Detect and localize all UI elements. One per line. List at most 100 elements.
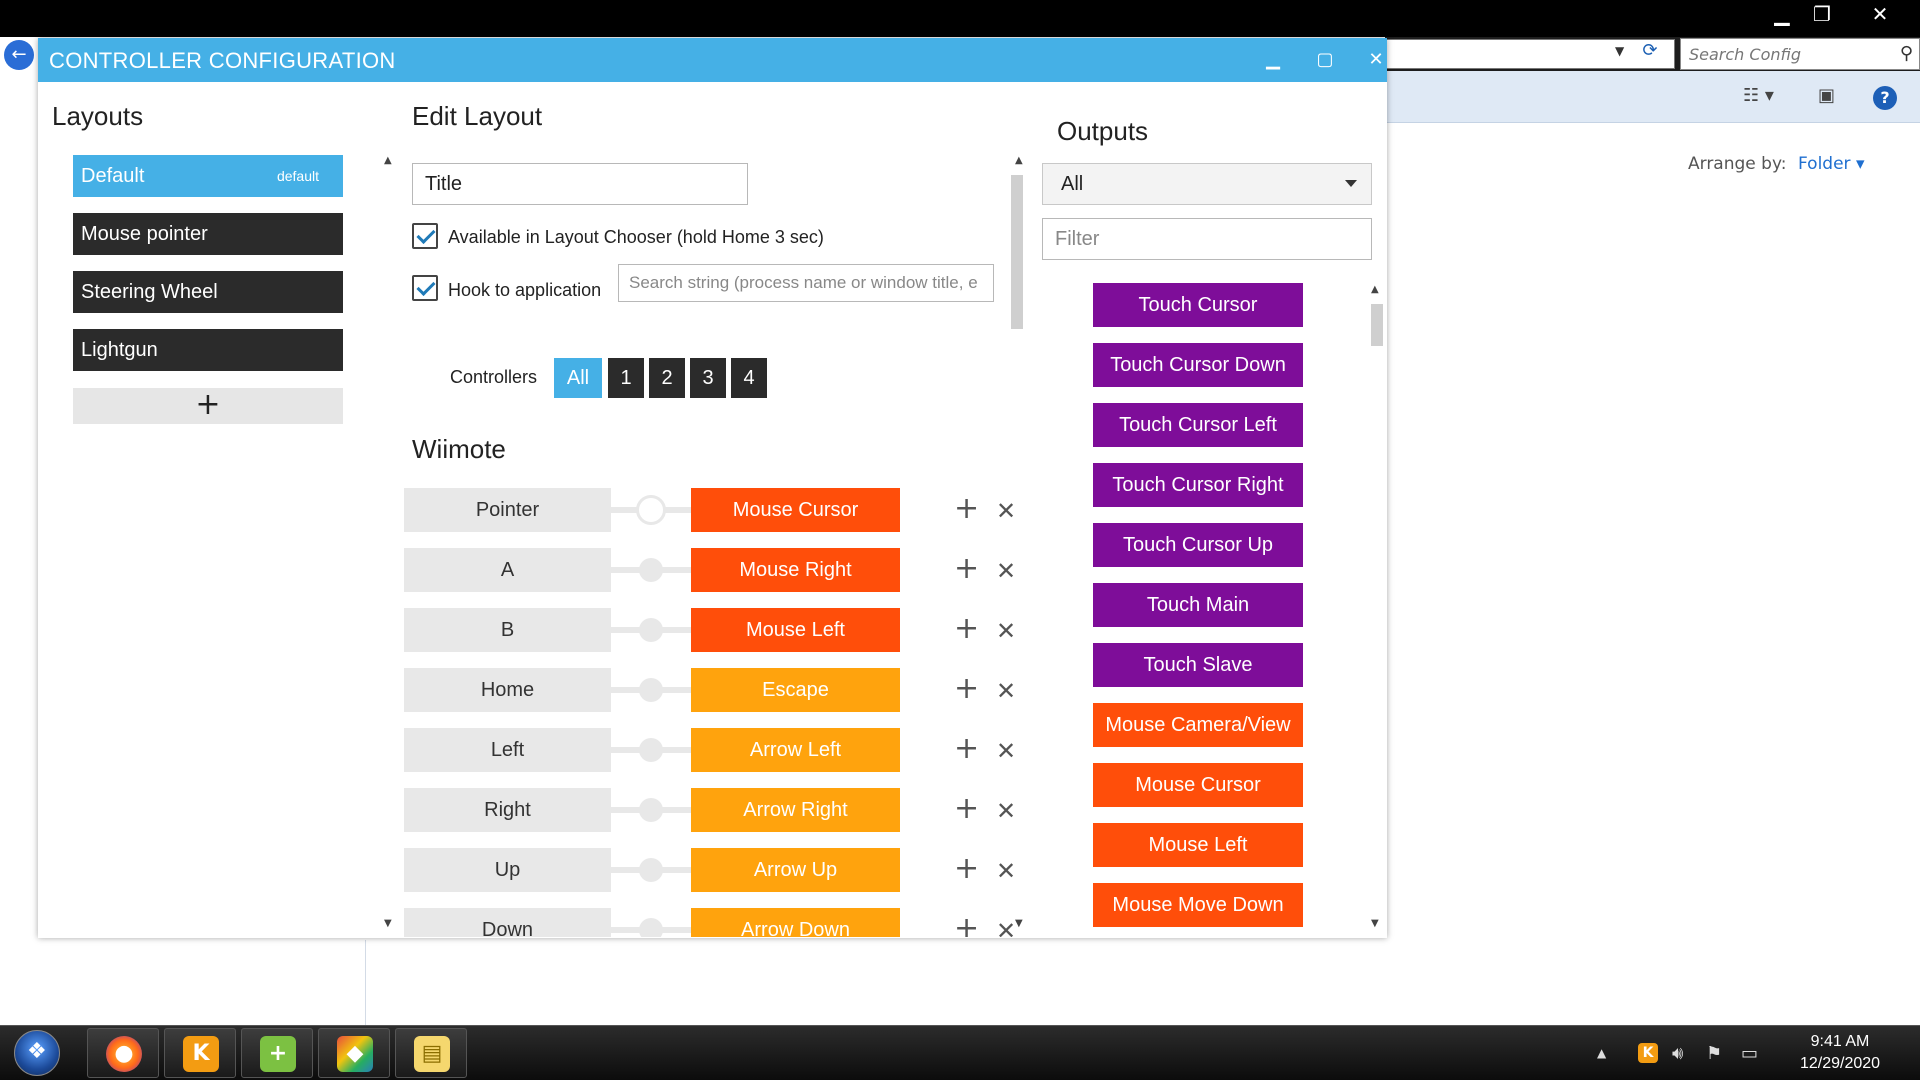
taskbar-kodi-gamepad[interactable]: K — [164, 1028, 236, 1078]
controller-configuration-window: CONTROLLER CONFIGURATION ▁ ▢ ✕ Layouts D… — [38, 38, 1387, 938]
mapping-output-button[interactable]: Arrow Right — [691, 788, 900, 832]
mapping-output-button[interactable]: Arrow Down — [691, 908, 900, 937]
mapping-connector[interactable] — [611, 548, 691, 592]
add-mapping-icon[interactable]: + — [954, 491, 979, 527]
help-icon[interactable]: ? — [1873, 86, 1897, 110]
kodi-tray-icon[interactable]: K — [1638, 1043, 1658, 1063]
arrange-by-dropdown[interactable]: Folder ▾ — [1798, 154, 1864, 174]
mapping-input-button[interactable]: Left — [404, 728, 611, 772]
bg-restore-button[interactable]: ❐ — [1800, 0, 1844, 30]
connector-knob[interactable] — [639, 858, 663, 882]
remove-mapping-icon[interactable]: ✕ — [996, 853, 1016, 889]
connector-knob[interactable] — [639, 738, 663, 762]
bg-close-button[interactable]: ✕ — [1858, 0, 1902, 30]
output-item[interactable]: Mouse Left — [1093, 823, 1303, 867]
remove-mapping-icon[interactable]: ✕ — [996, 913, 1016, 937]
taskbar-file-explorer[interactable]: ▤ — [395, 1028, 467, 1078]
volume-icon[interactable]: 🔊︎ — [1672, 1043, 1683, 1064]
mapping-connector[interactable] — [611, 848, 691, 892]
action-center-flag-icon[interactable]: ⚑ — [1706, 1043, 1722, 1064]
minimize-icon[interactable]: ▁ — [1258, 46, 1288, 74]
taskbar-rubiks-cube[interactable]: ◆ — [318, 1028, 390, 1078]
add-mapping-icon[interactable]: + — [954, 671, 979, 707]
output-item[interactable]: Touch Slave — [1093, 643, 1303, 687]
start-button[interactable]: ❖ — [14, 1030, 60, 1076]
mapping-row: Pointer Mouse Cursor + ✕ — [404, 488, 1016, 532]
remove-mapping-icon[interactable]: ✕ — [996, 733, 1016, 769]
address-field[interactable] — [1385, 39, 1675, 69]
mapping-output-button[interactable]: Escape — [691, 668, 900, 712]
bg-minimize-button[interactable]: ▁ — [1760, 0, 1804, 30]
add-mapping-icon[interactable]: + — [954, 791, 979, 827]
remove-mapping-icon[interactable]: ✕ — [996, 673, 1016, 709]
mapping-connector[interactable] — [611, 908, 691, 937]
mapping-input-button[interactable]: Right — [404, 788, 611, 832]
connector-knob[interactable] — [639, 798, 663, 822]
mapping-input-button[interactable]: A — [404, 548, 611, 592]
mapping-input-button[interactable]: Up — [404, 848, 611, 892]
connector-knob[interactable] — [636, 495, 666, 525]
output-item[interactable]: Mouse Cursor — [1093, 763, 1303, 807]
mapping-input-button[interactable]: B — [404, 608, 611, 652]
output-item[interactable]: Touch Cursor Right — [1093, 463, 1303, 507]
mapping-output-button[interactable]: Mouse Right — [691, 548, 900, 592]
back-arrow-icon[interactable]: ← — [4, 40, 34, 70]
address-dropdown-icon[interactable]: ▼ — [1615, 44, 1624, 58]
connector-knob[interactable] — [639, 678, 663, 702]
mapping-input-button[interactable]: Pointer — [404, 488, 611, 532]
output-item[interactable]: Touch Cursor Up — [1093, 523, 1303, 567]
system-clock[interactable]: 9:41 AM 12/29/2020 — [1765, 1031, 1915, 1075]
outputs-filter-input[interactable]: Filter — [1042, 218, 1372, 260]
show-hidden-icons-icon[interactable]: ▲ — [1597, 1046, 1606, 1060]
kodi-gamepad-icon: K — [183, 1036, 219, 1072]
add-mapping-icon[interactable]: + — [954, 911, 979, 937]
outputs-scrollbar-thumb[interactable] — [1371, 304, 1383, 346]
output-item[interactable]: Touch Cursor Down — [1093, 343, 1303, 387]
output-item[interactable]: Mouse Move Down — [1093, 883, 1303, 927]
remove-mapping-icon[interactable]: ✕ — [996, 613, 1016, 649]
connector-knob[interactable] — [639, 618, 663, 642]
taskbar-firefox[interactable]: ● — [87, 1028, 159, 1078]
connector-knob[interactable] — [639, 918, 663, 937]
output-item[interactable]: Touch Main — [1093, 583, 1303, 627]
add-mapping-icon[interactable]: + — [954, 851, 979, 887]
mapping-connector[interactable] — [611, 668, 691, 712]
add-mapping-icon[interactable]: + — [954, 731, 979, 767]
mapping-connector[interactable] — [611, 488, 691, 532]
mapping-output-button[interactable]: Mouse Left — [691, 608, 900, 652]
remove-mapping-icon[interactable]: ✕ — [996, 553, 1016, 589]
connector-knob[interactable] — [639, 558, 663, 582]
search-box[interactable]: Search Config ⚲ — [1680, 38, 1920, 70]
search-placeholder: Search Config — [1689, 45, 1801, 64]
search-icon[interactable]: ⚲ — [1900, 43, 1913, 64]
taskbar-green-plus-app[interactable]: + — [241, 1028, 313, 1078]
outputs-filter-placeholder: Filter — [1055, 228, 1100, 250]
output-item[interactable]: Touch Cursor — [1093, 283, 1303, 327]
preview-pane-icon[interactable]: ▣ — [1818, 85, 1835, 106]
view-options-icon[interactable]: ☷ ▾ — [1743, 85, 1774, 106]
network-icon[interactable]: ▭ — [1741, 1043, 1758, 1064]
maximize-icon[interactable]: ▢ — [1310, 46, 1340, 74]
remove-mapping-icon[interactable]: ✕ — [996, 793, 1016, 829]
mapping-input-button[interactable]: Down — [404, 908, 611, 937]
add-mapping-icon[interactable]: + — [954, 551, 979, 587]
refresh-icon[interactable]: ⟳ — [1638, 40, 1662, 66]
mapping-output-button[interactable]: Arrow Up — [691, 848, 900, 892]
mapping-connector[interactable] — [611, 788, 691, 832]
output-item[interactable]: Touch Cursor Left — [1093, 403, 1303, 447]
mapping-connector[interactable] — [611, 608, 691, 652]
windows-logo-icon: ❖ — [27, 1039, 47, 1064]
mapping-row: Down Arrow Down + ✕ — [404, 908, 1016, 937]
mapping-output-button[interactable]: Arrow Left — [691, 728, 900, 772]
explorer-pane-divider — [365, 940, 366, 1025]
output-item[interactable]: Mouse Camera/View — [1093, 703, 1303, 747]
mapping-input-button[interactable]: Home — [404, 668, 611, 712]
outputs-scroll-up-icon[interactable]: ▲ — [1371, 284, 1379, 295]
remove-mapping-icon[interactable]: ✕ — [996, 493, 1016, 529]
mapping-output-button[interactable]: Mouse Cursor — [691, 488, 900, 532]
close-icon[interactable]: ✕ — [1361, 46, 1391, 74]
outputs-scroll-down-icon[interactable]: ▼ — [1371, 918, 1379, 929]
mapping-connector[interactable] — [611, 728, 691, 772]
add-mapping-icon[interactable]: + — [954, 611, 979, 647]
outputs-category-select[interactable]: All — [1042, 163, 1372, 205]
